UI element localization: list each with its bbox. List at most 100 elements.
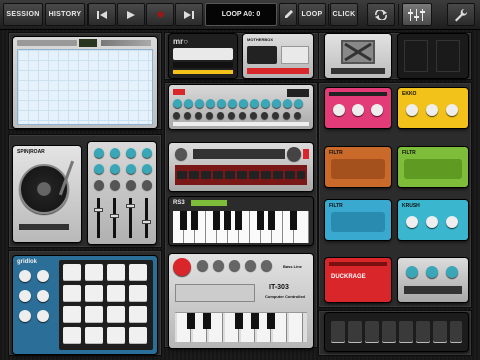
drum-pad[interactable] — [85, 306, 103, 323]
seq-knob[interactable] — [294, 99, 303, 108]
effect-knob[interactable] — [371, 104, 383, 116]
black-key[interactable] — [180, 211, 187, 230]
mixer-knob[interactable] — [110, 180, 120, 190]
strip-pad[interactable] — [399, 321, 413, 343]
rewind-button[interactable] — [88, 3, 116, 26]
seq-knob[interactable] — [184, 112, 191, 119]
strip-pad[interactable] — [365, 321, 379, 343]
fader-cap[interactable] — [126, 204, 135, 208]
strip-pad[interactable] — [348, 321, 362, 343]
play-button[interactable] — [117, 3, 145, 26]
gridlok-knob[interactable] — [37, 290, 49, 302]
seq-knob[interactable] — [239, 112, 246, 119]
gridlok-knob[interactable] — [19, 310, 31, 322]
channel-fader[interactable] — [113, 198, 116, 238]
seq-knob[interactable] — [283, 99, 292, 108]
white-key[interactable] — [273, 313, 287, 342]
mixer-knob[interactable] — [126, 180, 136, 190]
effect-knob[interactable] — [333, 104, 345, 116]
seq-knob[interactable] — [206, 112, 213, 119]
fader-cap[interactable] — [94, 208, 103, 212]
channel-fader[interactable] — [97, 198, 100, 238]
black-key[interactable] — [257, 211, 264, 230]
step-pad[interactable] — [285, 171, 295, 179]
bassline-knob[interactable] — [197, 260, 208, 271]
seq-knob[interactable] — [250, 99, 259, 108]
seq-knob[interactable] — [283, 112, 290, 119]
mixer-knob[interactable] — [142, 164, 152, 174]
effect-knob[interactable] — [446, 216, 458, 228]
black-key[interactable] — [191, 211, 198, 230]
drum-pad[interactable] — [129, 285, 147, 302]
gridlok-knob[interactable] — [19, 270, 31, 282]
drum-knob[interactable] — [175, 148, 187, 160]
step-pad[interactable] — [273, 171, 283, 179]
bassline-knob[interactable] — [213, 260, 224, 271]
seq-knob[interactable] — [250, 112, 257, 119]
step-pad[interactable] — [177, 171, 187, 179]
effect-knob[interactable] — [426, 104, 438, 116]
seq-knob[interactable] — [239, 99, 248, 108]
strip-pad[interactable] — [450, 321, 462, 343]
seq-knob[interactable] — [228, 99, 237, 108]
step-pad[interactable] — [237, 171, 247, 179]
drum-pad[interactable] — [85, 285, 103, 302]
seq-knob[interactable] — [272, 99, 281, 108]
mixer-knob[interactable] — [94, 148, 104, 158]
drum-pad[interactable] — [107, 264, 125, 281]
drum-knob[interactable] — [287, 147, 301, 161]
effect-knob[interactable] — [446, 266, 458, 278]
drum-pad[interactable] — [107, 306, 125, 323]
gridlok-knob[interactable] — [19, 290, 31, 302]
seq-knob[interactable] — [217, 99, 226, 108]
strip-pad[interactable] — [331, 321, 345, 343]
drum-pad[interactable] — [85, 327, 103, 344]
channel-fader[interactable] — [145, 198, 148, 238]
drum-pad[interactable] — [129, 306, 147, 323]
seq-step-strip[interactable] — [173, 122, 309, 126]
seq-knob[interactable] — [261, 99, 270, 108]
settings-button[interactable] — [447, 3, 475, 26]
effect-knob[interactable] — [406, 266, 418, 278]
drum-pad[interactable] — [107, 285, 125, 302]
drum-pad[interactable] — [63, 285, 81, 302]
mixer-knob[interactable] — [94, 180, 104, 190]
step-pad[interactable] — [213, 171, 223, 179]
black-key[interactable] — [267, 313, 275, 329]
drum-pad[interactable] — [107, 327, 125, 344]
strip-pad[interactable] — [416, 321, 430, 343]
black-key[interactable] — [187, 313, 195, 329]
seq-knob[interactable] — [195, 99, 204, 108]
black-key[interactable] — [290, 211, 297, 230]
record-button[interactable] — [146, 3, 174, 26]
effect-knob[interactable] — [406, 216, 418, 228]
bassline-keys[interactable] — [175, 312, 307, 342]
drum-pad[interactable] — [85, 264, 103, 281]
seq-knob[interactable] — [184, 99, 193, 108]
drum-pad[interactable] — [129, 264, 147, 281]
fader-cap[interactable] — [142, 220, 151, 224]
history-button[interactable]: HISTORY — [45, 3, 85, 26]
drum-pad[interactable] — [63, 327, 81, 344]
black-key[interactable] — [268, 211, 275, 230]
drum-pad[interactable] — [129, 327, 147, 344]
black-key[interactable] — [251, 313, 259, 329]
repeat-button[interactable] — [367, 3, 395, 26]
drum-pad[interactable] — [63, 306, 81, 323]
seq-knob[interactable] — [206, 99, 215, 108]
step-pad[interactable] — [261, 171, 271, 179]
crossfader-slider[interactable] — [331, 68, 385, 74]
strip-pad[interactable] — [382, 321, 396, 343]
fader-cap[interactable] — [110, 214, 119, 218]
mixer-knob[interactable] — [142, 180, 152, 190]
mixer-knob[interactable] — [110, 148, 120, 158]
effect-knob[interactable] — [446, 104, 458, 116]
black-key[interactable] — [224, 211, 231, 230]
seq-knob[interactable] — [217, 112, 224, 119]
step-pad[interactable] — [189, 171, 199, 179]
mixer-knob[interactable] — [94, 164, 104, 174]
seq-knob[interactable] — [173, 112, 180, 119]
loop-button[interactable]: LOOP — [298, 3, 326, 26]
mixer-knob[interactable] — [142, 148, 152, 158]
step-pad[interactable] — [297, 171, 305, 179]
